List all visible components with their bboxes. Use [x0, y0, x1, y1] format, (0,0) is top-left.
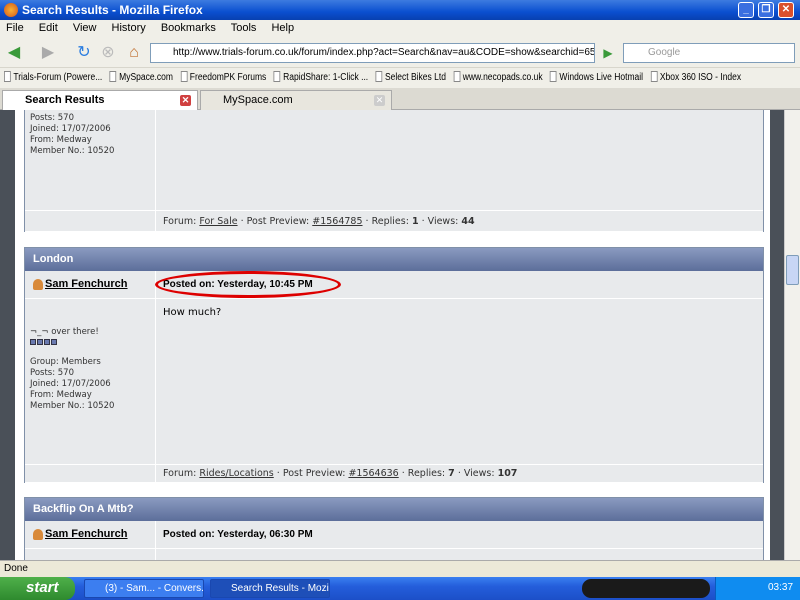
bookmark-item[interactable]: MySpace.com — [109, 71, 173, 83]
bookmark-item[interactable]: Windows Live Hotmail — [550, 71, 643, 83]
search-result-post: London Sam Fenchurch Posted on: Yesterda… — [24, 247, 764, 483]
bookmark-item[interactable]: Xbox 360 ISO - Index — [650, 71, 741, 83]
system-tray: 03:37 — [715, 577, 800, 600]
menu-bookmarks[interactable]: Bookmarks — [161, 22, 216, 34]
forum-link[interactable]: Rides/Locations — [199, 468, 273, 479]
posted-date: Posted on: Yesterday, 06:30 PM — [163, 529, 313, 540]
author-link[interactable]: Sam Fenchurch — [33, 278, 128, 290]
post-preview-link[interactable]: #1564785 — [312, 216, 362, 227]
reload-icon[interactable]: ↻ — [74, 44, 94, 62]
close-tab-icon[interactable]: ✕ — [374, 95, 385, 106]
bookmark-item[interactable]: www.necopads.co.uk — [453, 71, 543, 83]
post-message: How much? — [163, 307, 222, 318]
forum-link[interactable]: For Sale — [199, 216, 237, 227]
taskbar: start (3) - Sam... - Convers... Search R… — [0, 577, 800, 600]
menu-edit[interactable]: Edit — [39, 22, 58, 34]
status-bar: Done — [0, 560, 800, 577]
maximize-button[interactable]: ❐ — [758, 2, 774, 18]
forward-icon[interactable]: ▶ — [38, 44, 58, 62]
tab-bar: Search Results ✕ MySpace.com ✕ — [0, 88, 800, 110]
vertical-scrollbar[interactable] — [784, 110, 800, 560]
close-button[interactable]: ✕ — [778, 2, 794, 18]
menu-help[interactable]: Help — [271, 22, 294, 34]
bookmark-item[interactable]: Trials-Forum (Powere... — [4, 71, 102, 83]
navigation-toolbar: ◀ ▶ ↻ ⊗ ⌂ http://www.trials-forum.co.uk/… — [0, 38, 800, 68]
search-input[interactable]: Google — [623, 43, 795, 63]
search-result-post: Backflip On A Mtb? Sam Fenchurch Posted … — [24, 497, 764, 560]
clock: 03:37 — [768, 582, 794, 593]
tab-myspace[interactable]: MySpace.com ✕ — [200, 90, 392, 110]
go-icon[interactable]: ▶ — [598, 44, 618, 62]
author-link[interactable]: Sam Fenchurch — [33, 528, 128, 540]
topic-title[interactable]: Backflip On A Mtb? — [25, 498, 763, 521]
author-info: ¬_¬ over there! Group: Members Posts: 570… — [30, 327, 115, 411]
post-footer: Forum: Rides/Locations · Post Preview: #… — [163, 468, 518, 479]
bookmark-item[interactable]: FreedomPK Forums — [180, 71, 266, 83]
title-bar: Search Results - Mozilla Firefox _ ❐ ✕ — [0, 0, 800, 20]
menu-tools[interactable]: Tools — [231, 22, 257, 34]
red-highlight-circle — [155, 271, 341, 298]
home-icon[interactable]: ⌂ — [124, 44, 144, 62]
tab-search-results[interactable]: Search Results ✕ — [2, 90, 198, 110]
close-tab-icon[interactable]: ✕ — [180, 95, 191, 106]
media-player-controls[interactable] — [582, 579, 710, 598]
author-info: Posts: 570 Joined: 17/07/2006 From: Medway… — [30, 113, 115, 156]
minimize-button[interactable]: _ — [738, 2, 754, 18]
firefox-icon — [4, 3, 18, 17]
menu-history[interactable]: History — [112, 22, 146, 34]
menu-file[interactable]: File — [6, 22, 24, 34]
window-title: Search Results - Mozilla Firefox — [22, 3, 203, 17]
scrollbar-thumb[interactable] — [786, 255, 799, 285]
bookmark-item[interactable]: RapidShare: 1-Click ... — [273, 71, 368, 83]
url-bar[interactable]: http://www.trials-forum.co.uk/forum/inde… — [150, 43, 595, 63]
menu-bar: File Edit View History Bookmarks Tools H… — [0, 20, 800, 38]
taskbar-item-firefox[interactable]: Search Results - Mozil... — [210, 579, 330, 598]
search-result-post: Posts: 570 Joined: 17/07/2006 From: Medway… — [24, 110, 764, 232]
bookmark-item[interactable]: Select Bikes Ltd — [375, 71, 446, 83]
post-preview-link[interactable]: #1564636 — [348, 468, 398, 479]
bookmarks-toolbar: Trials-Forum (Powere... MySpace.com Free… — [0, 68, 800, 88]
back-icon[interactable]: ◀ — [4, 44, 24, 62]
menu-view[interactable]: View — [73, 22, 97, 34]
topic-title[interactable]: London — [25, 248, 763, 271]
page-content: Posts: 570 Joined: 17/07/2006 From: Medway… — [0, 110, 784, 560]
stop-icon[interactable]: ⊗ — [98, 44, 118, 62]
post-footer: Forum: For Sale · Post Preview: #1564785… — [163, 216, 475, 227]
taskbar-item-messenger[interactable]: (3) - Sam... - Convers... — [84, 579, 204, 598]
start-button[interactable]: start — [0, 577, 75, 600]
